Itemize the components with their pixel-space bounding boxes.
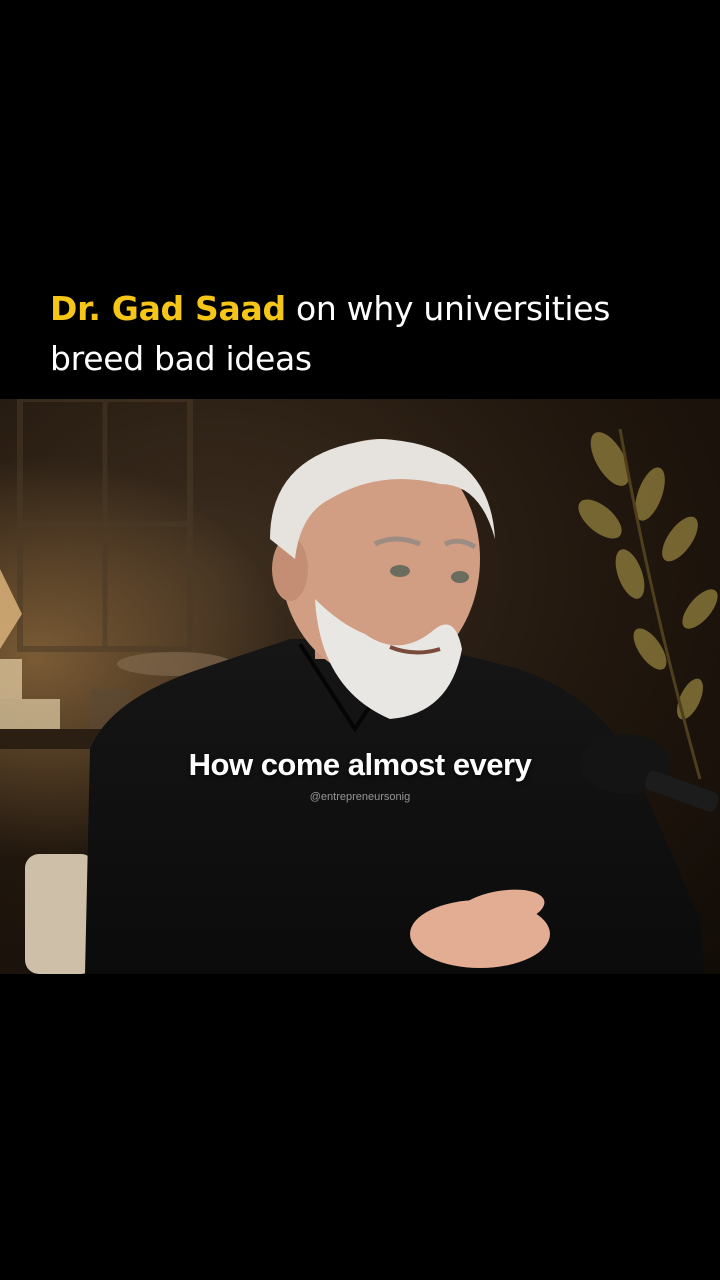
reel-screen: Dr. Gad Saad on why universities breed b…	[0, 0, 720, 1280]
video-scene	[0, 399, 720, 974]
headline: Dr. Gad Saad on why universities breed b…	[50, 284, 690, 384]
subtitle-caption: How come almost every	[188, 747, 532, 782]
headline-highlight: Dr. Gad Saad	[50, 289, 286, 328]
watermark: @entrepreneursonig	[309, 791, 411, 803]
eye-right	[451, 571, 469, 583]
eye-left	[390, 565, 410, 577]
video-frame[interactable]	[0, 399, 720, 974]
chair	[25, 854, 95, 974]
